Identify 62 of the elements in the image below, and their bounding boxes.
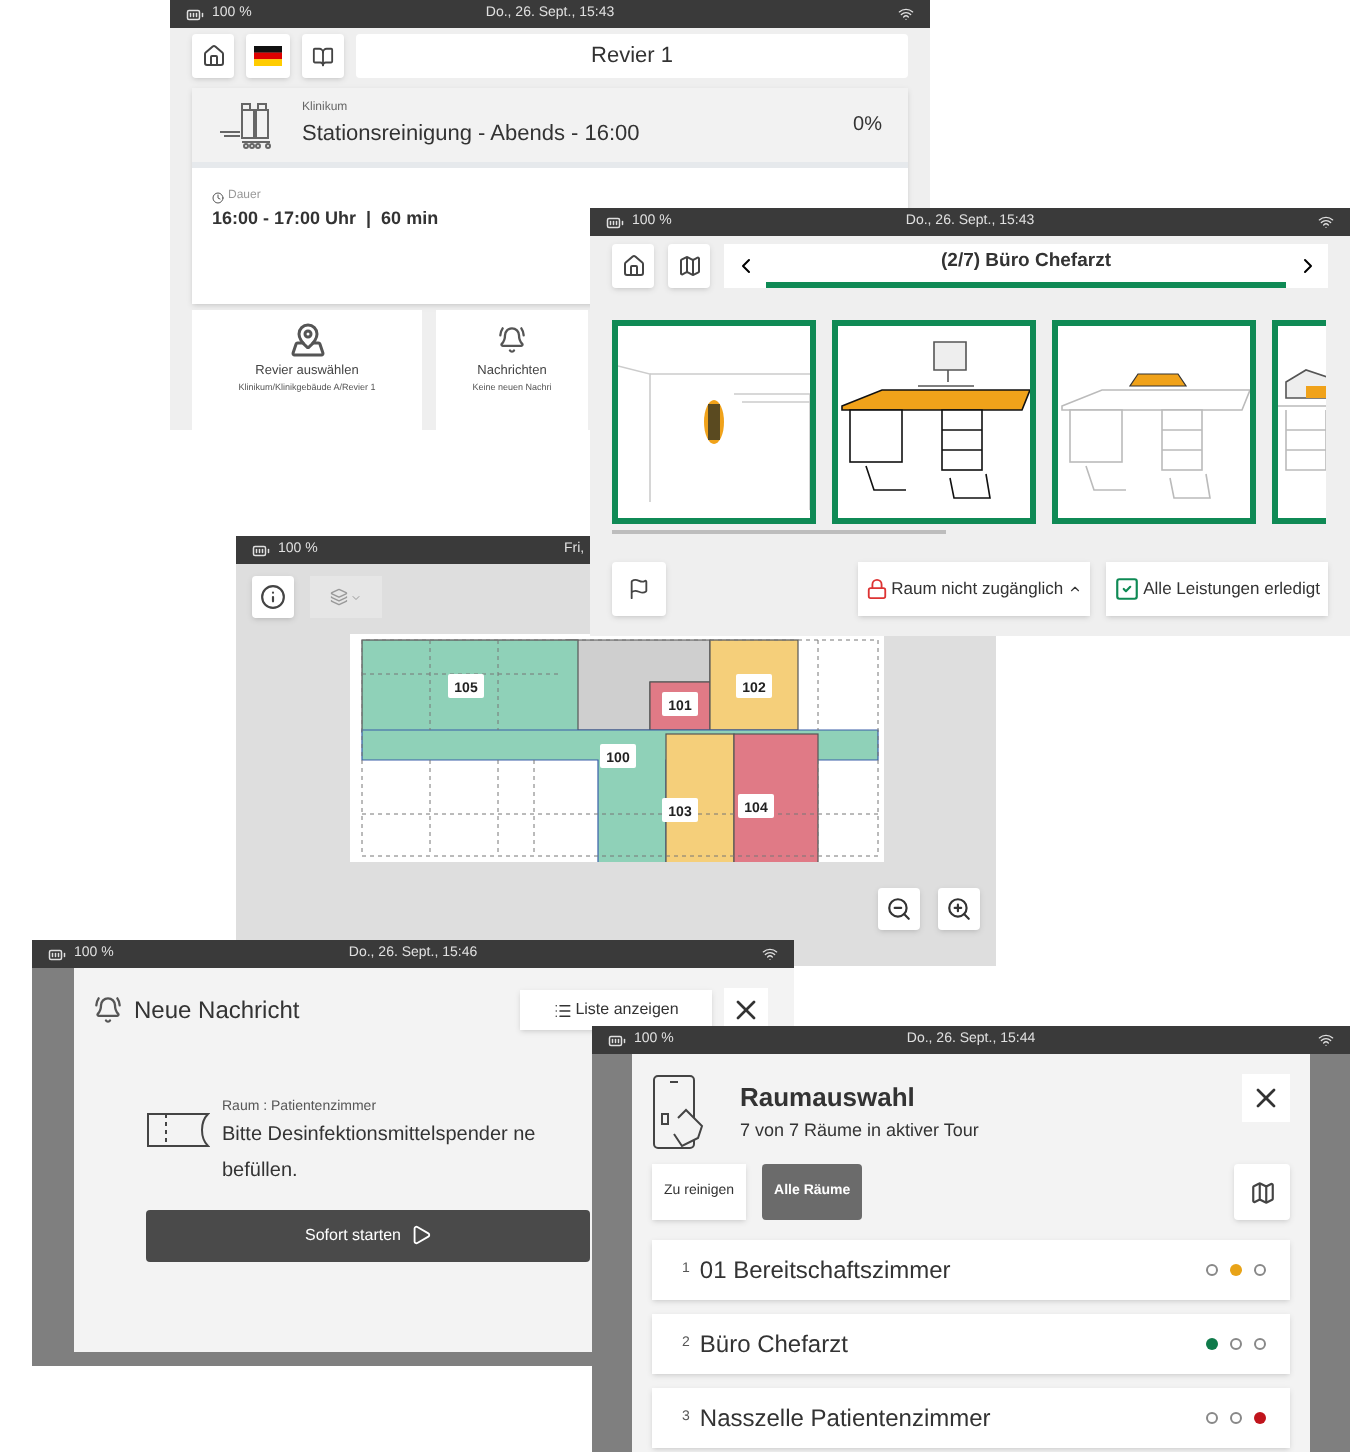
zoom-out-button[interactable] — [878, 888, 920, 930]
caret-icon — [350, 591, 362, 603]
room-title: (2/7) Büro Chefarzt — [766, 244, 1286, 288]
map-icon — [1249, 1179, 1275, 1205]
home-button[interactable] — [192, 34, 234, 78]
list-icon — [553, 1001, 572, 1019]
home-icon — [201, 44, 225, 68]
dialog-subtitle: 7 von 7 Räume in aktiver Tour — [740, 1117, 979, 1143]
battery-icon — [606, 213, 624, 231]
room-name: 01 Bereitschaftszimmer — [699, 1254, 951, 1288]
home-icon — [621, 254, 645, 278]
dialog-title: Raumauswahl — [740, 1080, 917, 1116]
map-button[interactable] — [668, 244, 710, 288]
manual-button[interactable] — [302, 34, 344, 78]
room-area[interactable] — [733, 733, 819, 862]
all-done-button[interactable]: Alle Leistungen erledigt — [1105, 562, 1328, 616]
bell-icon — [498, 326, 526, 354]
flag-icon — [254, 46, 282, 66]
info-icon — [260, 584, 286, 610]
room-area[interactable] — [665, 733, 735, 862]
room-area[interactable] — [709, 639, 799, 731]
caret-icon — [1067, 582, 1082, 596]
flag-icon — [628, 578, 650, 600]
battery-icon — [186, 5, 204, 23]
language-button[interactable] — [246, 34, 290, 78]
message-text: befüllen. — [222, 1157, 300, 1185]
wifi-icon — [898, 6, 914, 22]
play-icon — [409, 1224, 432, 1246]
wifi-icon — [1318, 1032, 1334, 1048]
dialog-title: Neue Nachricht — [134, 994, 300, 1028]
home-button[interactable] — [612, 244, 654, 288]
close-button[interactable] — [1242, 1074, 1290, 1122]
map-button[interactable] — [1234, 1164, 1290, 1220]
book-icon — [312, 45, 334, 67]
info-button[interactable] — [252, 576, 294, 618]
start-now-button[interactable]: Sofort starten — [146, 1209, 590, 1261]
wifi-icon — [1318, 214, 1334, 230]
battery-icon — [48, 945, 66, 963]
zoom-out-icon — [886, 896, 912, 922]
zoom-in-button[interactable] — [938, 888, 980, 930]
clock-icon — [212, 191, 224, 203]
message-text: Bitte Desinfektionsmittelspender ne — [222, 1121, 536, 1149]
show-list-button[interactable]: Liste anzeigen — [520, 990, 712, 1030]
map-icon — [677, 254, 701, 278]
map-pin-icon — [289, 322, 325, 358]
finish-flag-button[interactable] — [612, 562, 666, 616]
title-bar: Revier 1 — [356, 34, 908, 78]
duration-value: 16:00 - 17:00 Uhr | 60 min — [212, 206, 439, 232]
percentage-text: 0% — [853, 112, 882, 140]
battery-icon — [252, 541, 270, 559]
room-area[interactable] — [361, 639, 579, 733]
layers-icon — [330, 588, 348, 606]
bell-icon — [94, 996, 122, 1024]
wifi-icon — [762, 946, 778, 962]
zoom-in-icon — [946, 896, 972, 922]
checkbox-icon — [1113, 576, 1140, 602]
room-inaccessible-button[interactable]: Raum nicht zugänglich — [857, 562, 1090, 616]
room-name: Nasszelle Patientenzimmer — [699, 1402, 991, 1436]
tour-name: Stationsreinigung - Abends - 16:00 — [302, 119, 642, 150]
battery-icon — [608, 1031, 626, 1049]
lock-icon — [865, 578, 888, 600]
room-name: Büro Chefarzt — [699, 1328, 848, 1362]
